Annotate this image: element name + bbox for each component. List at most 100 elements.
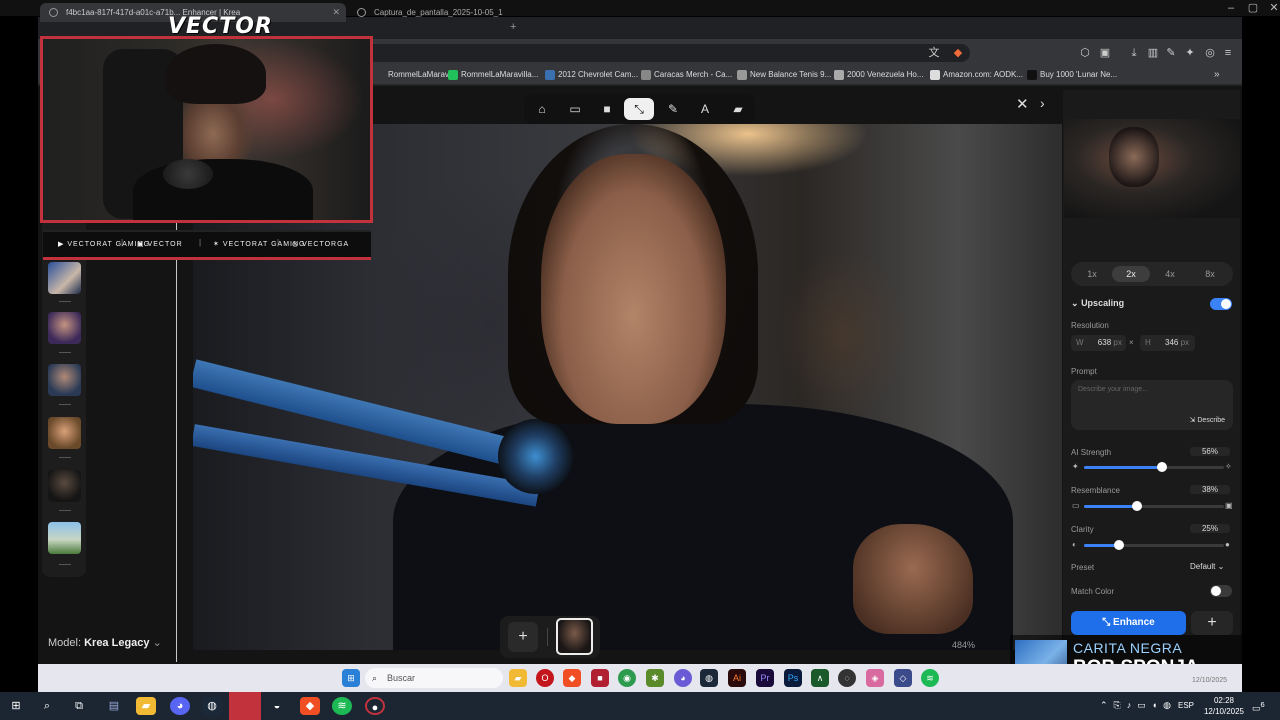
explorer-icon[interactable]: ▰ <box>509 669 527 687</box>
address-bar[interactable]: r <box>350 44 970 62</box>
bookmark-item[interactable]: 2012 Chevrolet Cam... <box>545 68 638 82</box>
bookmark-item[interactable]: Buy 1000 'Lunar Ne... <box>1027 68 1117 82</box>
notification-icon[interactable]: ▭6 <box>1252 700 1265 714</box>
folder-icon[interactable]: ▰ <box>723 98 753 120</box>
match-color-toggle[interactable] <box>1210 585 1232 597</box>
app-icon[interactable]: ◇ <box>894 669 912 687</box>
brave-icon[interactable]: ◆ <box>300 697 320 715</box>
scale-option-selected[interactable]: 2x <box>1112 266 1150 282</box>
widgets-icon[interactable]: ▤ <box>104 697 124 715</box>
scale-option[interactable]: 8x <box>1191 266 1229 282</box>
chrome-icon[interactable]: ◉ <box>618 669 636 687</box>
app-icon[interactable]: ∧ <box>811 669 829 687</box>
obs-icon[interactable]: ● <box>365 697 385 715</box>
discord-icon[interactable]: ◕ <box>170 697 190 715</box>
task-view-icon[interactable]: ⧉ <box>69 697 89 715</box>
edit-brush-icon[interactable]: ✎ <box>658 98 688 120</box>
current-image-thumbnail[interactable] <box>556 618 593 655</box>
scale-option[interactable]: 4x <box>1151 266 1189 282</box>
steam-icon[interactable]: ◍ <box>202 697 222 715</box>
upscaling-toggle[interactable] <box>1210 298 1232 310</box>
history-thumbnail[interactable] <box>48 364 81 396</box>
upscaling-section-header[interactable]: ⌄ Upscaling <box>1071 298 1124 309</box>
premiere-icon[interactable]: Pr <box>756 669 774 687</box>
image-icon[interactable]: ▭ <box>560 98 590 120</box>
app-icon[interactable]: ◌ <box>838 669 856 687</box>
brave-shield-icon[interactable]: ◆ <box>951 46 965 60</box>
history-thumbnail[interactable] <box>48 262 81 294</box>
history-thumbnail[interactable] <box>48 417 81 449</box>
ai-strength-value[interactable]: 56% <box>1190 447 1230 456</box>
bookmarks-overflow-icon[interactable]: » <box>1214 69 1220 80</box>
height-field[interactable]: H 346 px <box>1140 335 1195 351</box>
new-tab-button[interactable]: + <box>510 21 516 33</box>
model-selector[interactable]: Model: Krea Legacy ⌄ <box>48 632 162 654</box>
image-small-icon: ▣ <box>1225 501 1233 510</box>
bookmark-item[interactable]: 2000 Venezuela Ho... <box>834 68 924 82</box>
sidebar-icon[interactable]: ▥ <box>1146 46 1160 60</box>
translate-icon[interactable]: 文 <box>927 46 941 60</box>
discord-icon[interactable]: ◕ <box>674 669 692 687</box>
bookmark-item[interactable]: RommelLaMaravilla... <box>448 68 538 82</box>
start-icon[interactable]: ⊞ <box>6 697 26 715</box>
bookmark-item[interactable]: RommelLaMarav... <box>375 68 455 82</box>
obs-active-app[interactable] <box>229 692 261 720</box>
history-thumbnail[interactable] <box>48 312 81 344</box>
search-icon[interactable]: ⌕ <box>37 697 57 715</box>
tab-screenshot[interactable]: Captura_de_pantalla_2025-10-05_13... <box>348 3 503 22</box>
steam-icon[interactable]: ◍ <box>700 669 718 687</box>
input-language[interactable]: ESP <box>1178 701 1194 710</box>
prompt-textarea[interactable]: Describe your image... ⇲ Describe <box>1071 380 1233 430</box>
photoshop-icon[interactable]: Ps <box>784 669 802 687</box>
app-icon[interactable]: ◒ <box>267 697 287 715</box>
history-thumbnail[interactable] <box>48 470 81 502</box>
enhance-button[interactable]: ⤡ Enhance <box>1071 611 1186 635</box>
chevron-right-icon[interactable]: › <box>1040 95 1045 111</box>
bookmark-item[interactable]: New Balance Tenis 9... <box>737 68 831 82</box>
width-field[interactable]: W 638 px <box>1071 335 1126 351</box>
profile-icon[interactable]: ◎ <box>1203 46 1217 60</box>
clarity-value[interactable]: 25% <box>1190 524 1230 533</box>
bookmark-item[interactable]: Caracas Merch - Ca... <box>641 68 732 82</box>
add-image-button[interactable]: + <box>508 622 538 652</box>
spotify-icon[interactable]: ≋ <box>332 697 352 715</box>
clarity-slider[interactable] <box>1084 540 1224 550</box>
close-window-icon[interactable]: ✕ <box>1263 0 1280 16</box>
tray-icons[interactable]: ⌃⎘♪▭◖◍ <box>1100 700 1177 711</box>
minimize-icon[interactable]: – <box>1220 0 1242 16</box>
history-thumbnail[interactable] <box>48 522 81 554</box>
describe-button[interactable]: ⇲ Describe <box>1190 416 1225 424</box>
system-clock[interactable]: 02:28 12/10/2025 <box>1200 695 1248 717</box>
explorer-icon[interactable]: ▰ <box>136 697 156 715</box>
close-tab-icon[interactable]: ✕ <box>332 3 340 22</box>
wallet-icon[interactable]: ▣ <box>1098 46 1112 60</box>
copilot-icon[interactable]: ◈ <box>866 669 884 687</box>
ai-icon[interactable]: ✦ <box>1183 46 1197 60</box>
extension-icon[interactable]: ⬡ <box>1078 46 1092 60</box>
windows-icon[interactable]: ⊞ <box>342 669 360 687</box>
brave-icon[interactable]: ◆ <box>563 669 581 687</box>
app-icon[interactable]: ✱ <box>646 669 664 687</box>
enhance-tool-icon[interactable]: ⤡ <box>624 98 654 120</box>
resemblance-slider[interactable] <box>1084 501 1224 511</box>
home-icon[interactable]: ⌂ <box>527 98 557 120</box>
ai-strength-slider[interactable] <box>1084 462 1224 472</box>
spotify-icon[interactable]: ≋ <box>921 669 939 687</box>
download-icon[interactable]: ⤓ <box>1127 46 1141 60</box>
puzzle-icon[interactable]: ✎ <box>1164 46 1178 60</box>
zoom-level[interactable]: 484% <box>952 640 975 650</box>
preset-dropdown[interactable]: Default ⌄ <box>1190 562 1224 571</box>
menu-icon[interactable]: ≡ <box>1221 46 1235 60</box>
video-icon[interactable]: ■ <box>592 98 622 120</box>
bookmark-item[interactable]: Amazon.com: AODK... <box>930 68 1023 82</box>
app-icon[interactable]: ■ <box>591 669 609 687</box>
inner-search-field[interactable]: ⌕ Buscar <box>365 668 503 688</box>
maximize-icon[interactable]: ▢ <box>1242 0 1264 16</box>
illustrator-icon[interactable]: Ai <box>728 669 746 687</box>
more-options-button[interactable]: + <box>1191 611 1233 635</box>
resemblance-value[interactable]: 38% <box>1190 485 1230 494</box>
close-icon[interactable]: ✕ <box>1016 95 1029 113</box>
opera-icon[interactable]: O <box>536 669 554 687</box>
scale-option[interactable]: 1x <box>1073 266 1111 282</box>
text-tool-icon[interactable]: A <box>690 98 720 120</box>
